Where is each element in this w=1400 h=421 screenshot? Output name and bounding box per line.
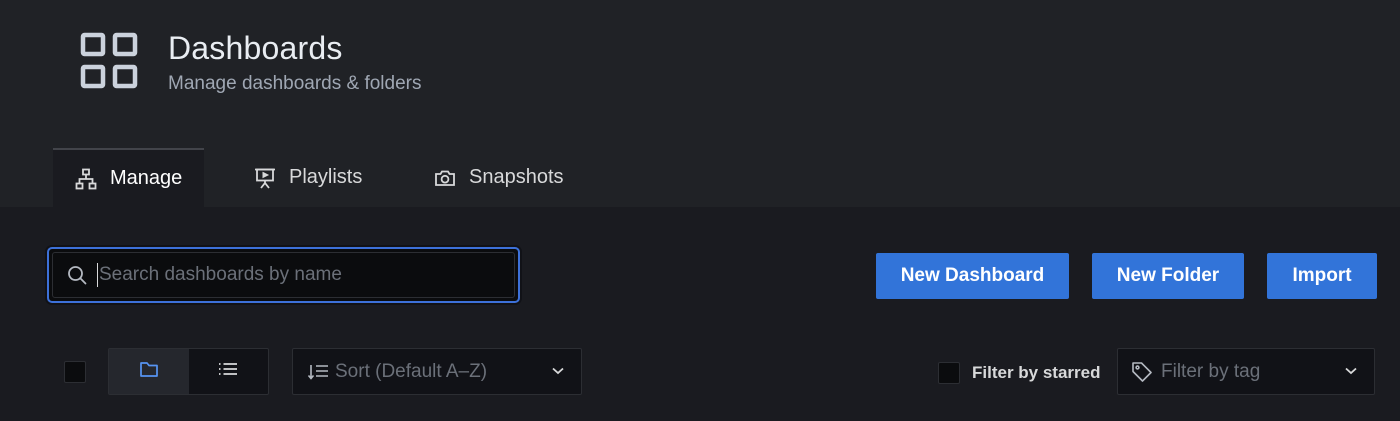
tab-snapshots-label: Snapshots bbox=[469, 166, 564, 188]
tab-playlists-label: Playlists bbox=[289, 166, 363, 188]
search-icon bbox=[67, 265, 87, 285]
import-button[interactable]: Import bbox=[1267, 253, 1377, 299]
tab-manage-label: Manage bbox=[110, 167, 183, 189]
list-icon bbox=[218, 361, 238, 382]
presentation-play-icon bbox=[254, 167, 276, 189]
select-all-checkbox[interactable] bbox=[64, 361, 86, 383]
tab-snapshots[interactable]: Snapshots bbox=[431, 148, 591, 207]
dashboard-grid-icon bbox=[80, 32, 140, 90]
search-input[interactable] bbox=[97, 263, 514, 287]
sort-select-value: Sort (Default A–Z) bbox=[335, 360, 488, 382]
sort-ascending-icon bbox=[307, 363, 329, 381]
search-box[interactable] bbox=[47, 247, 520, 303]
new-folder-button[interactable]: New Folder bbox=[1092, 253, 1244, 299]
camera-icon bbox=[434, 167, 456, 189]
tag-filter-select[interactable]: Filter by tag bbox=[1117, 348, 1375, 395]
view-mode-toggle bbox=[108, 348, 269, 395]
tab-manage[interactable]: Manage bbox=[53, 148, 204, 207]
page-title: Dashboards bbox=[168, 30, 343, 66]
sort-select[interactable]: Sort (Default A–Z) bbox=[292, 348, 582, 395]
list-view-button[interactable] bbox=[189, 349, 269, 394]
tag-filter-placeholder: Filter by tag bbox=[1161, 360, 1261, 382]
chevron-down-icon bbox=[1344, 366, 1358, 376]
tag-icon bbox=[1131, 361, 1153, 383]
new-dashboard-button[interactable]: New Dashboard bbox=[876, 253, 1069, 299]
folder-view-button[interactable] bbox=[109, 349, 189, 394]
folder-icon bbox=[139, 360, 159, 383]
tab-playlists[interactable]: Playlists bbox=[251, 148, 381, 207]
filter-starred-checkbox[interactable] bbox=[938, 362, 960, 384]
sitemap-icon bbox=[75, 168, 97, 190]
chevron-down-icon bbox=[551, 366, 565, 376]
filter-starred-label[interactable]: Filter by starred bbox=[972, 363, 1101, 383]
search-field[interactable] bbox=[52, 252, 515, 298]
page-header: Dashboards Manage dashboards & folders M… bbox=[0, 0, 1400, 207]
page-subtitle: Manage dashboards & folders bbox=[168, 73, 422, 94]
